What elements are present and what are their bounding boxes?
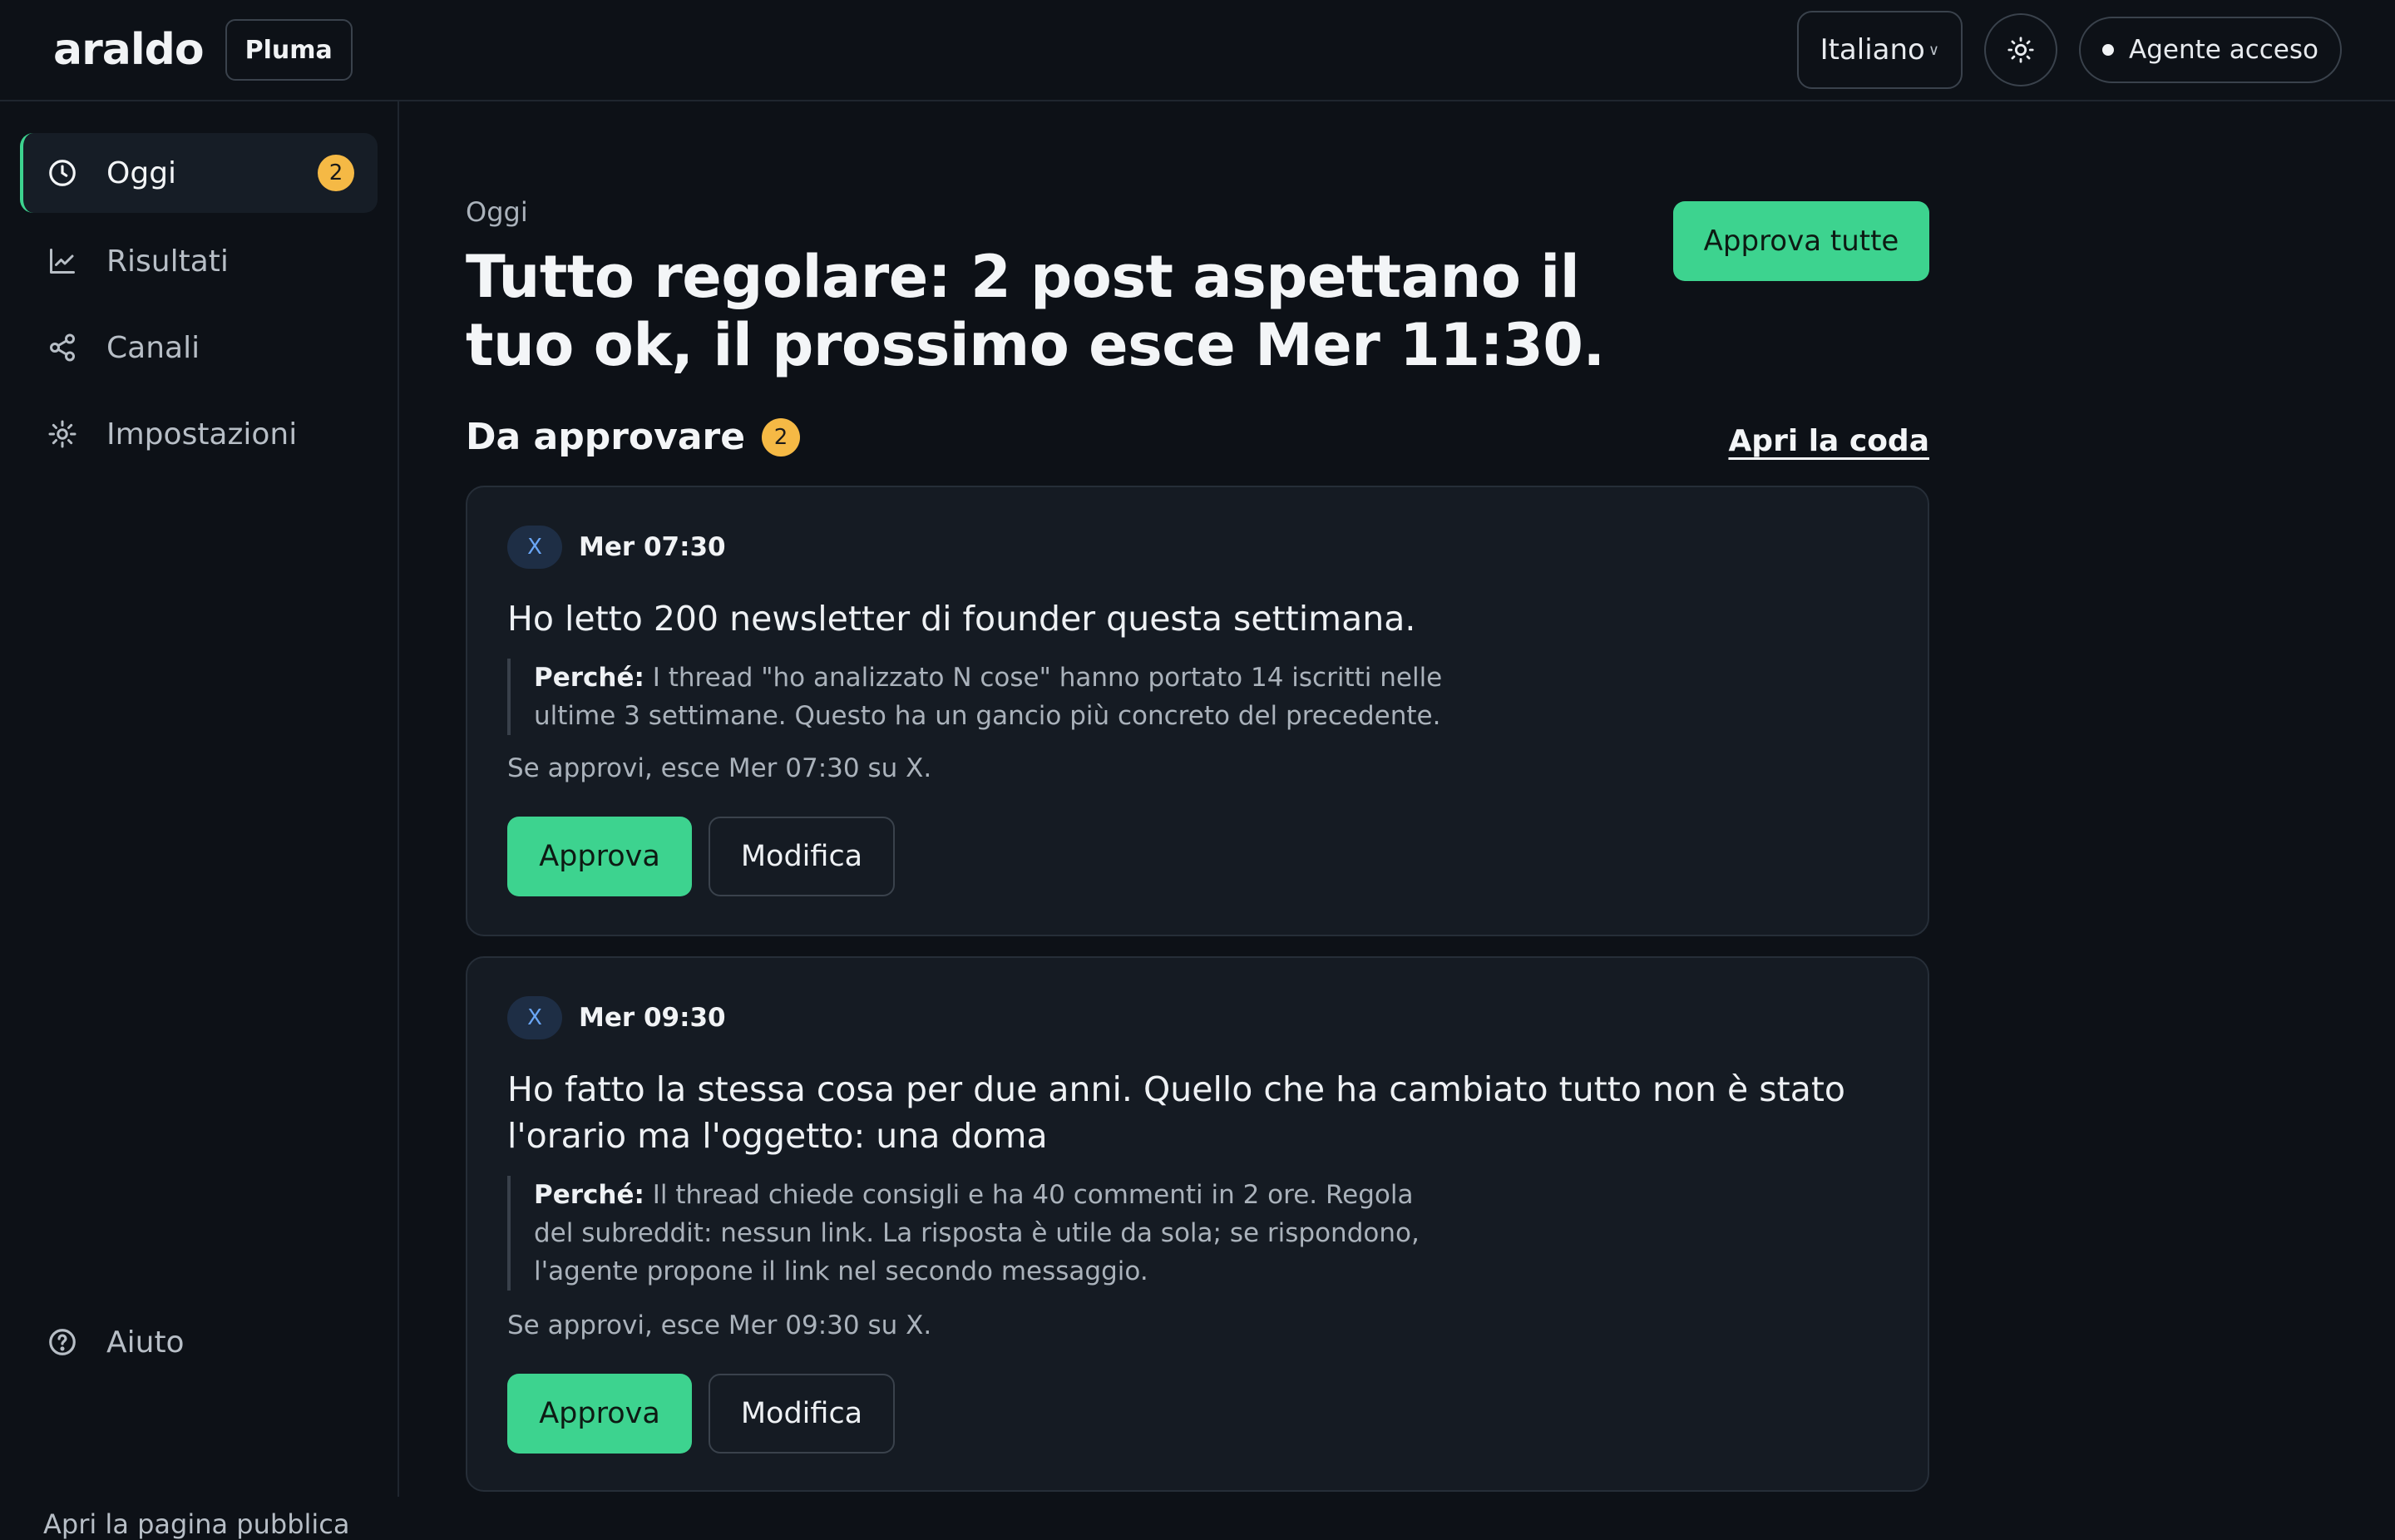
sidebar-item-aiuto[interactable]: Aiuto: [20, 1309, 378, 1375]
post-reason: Perché: I thread "ho analizzato N cose" …: [507, 659, 1505, 735]
edit-button[interactable]: Modifica: [709, 817, 895, 896]
sidebar-item-label: Impostazioni: [106, 417, 298, 452]
sidebar-item-label: Oggi: [106, 155, 177, 190]
clock-icon: [45, 155, 80, 190]
sidebar-item-label: Canali: [106, 330, 200, 365]
open-queue-link[interactable]: Apri la coda: [1728, 424, 1929, 458]
language-select-value: Italiano: [1820, 33, 1925, 67]
count-badge: 2: [762, 417, 801, 457]
share-icon: [45, 330, 80, 365]
sun-icon: [2007, 37, 2034, 63]
app-logo[interactable]: araldo: [53, 25, 205, 75]
language-select[interactable]: Italiano ∨: [1796, 11, 1963, 89]
top-bar-actions: Italiano ∨ Agente acceso: [1796, 11, 2342, 89]
post-card: X Mer 07:30 Ho letto 200 newsletter di f…: [466, 486, 1929, 936]
gear-icon: [45, 417, 80, 452]
public-page-link[interactable]: Apri la pagina pubblica: [43, 1508, 349, 1540]
section-title: Da approvare: [466, 416, 746, 458]
channel-badge: X: [507, 526, 562, 569]
theme-toggle-button[interactable]: [1984, 13, 2058, 86]
approve-all-button[interactable]: Approva tutte: [1673, 201, 1929, 281]
post-time: Mer 07:30: [579, 532, 726, 562]
sidebar-item-label: Aiuto: [106, 1325, 185, 1360]
post-meta: X Mer 09:30: [507, 996, 726, 1039]
sidebar-item-label: Risultati: [106, 244, 229, 279]
post-time: Mer 09:30: [579, 1003, 726, 1033]
post-meta: X Mer 07:30: [507, 526, 726, 569]
workspace-chip[interactable]: Pluma: [225, 19, 353, 81]
post-text: Ho fatto la stessa cosa per due anni. Qu…: [507, 1069, 1846, 1156]
schedule-note: Se approvi, esce Mer 09:30 su X.: [507, 1310, 932, 1340]
sidebar-item-canali[interactable]: Canali: [20, 308, 378, 387]
page-eyebrow: Oggi: [466, 196, 528, 228]
sidebar-item-oggi[interactable]: Oggi 2: [20, 133, 378, 213]
section-header: Da approvare 2: [466, 416, 801, 458]
count-badge: 2: [318, 155, 354, 191]
sidebar: Oggi 2 Risultati Canali Impostazioni Aiu…: [0, 101, 399, 1540]
schedule-note: Se approvi, esce Mer 07:30 su X.: [507, 753, 932, 783]
status-dot: [2102, 44, 2115, 56]
sidebar-item-risultati[interactable]: Risultati: [20, 221, 378, 301]
chevron-down-icon: ∨: [1928, 41, 1940, 59]
approve-button[interactable]: Approva: [507, 817, 692, 896]
agent-status-label: Agente acceso: [2129, 35, 2318, 65]
post-reason: Perché: Il thread chiede consigli e ha 4…: [507, 1176, 1447, 1291]
reason-label: Perché:: [534, 1180, 644, 1210]
reason-label: Perché:: [534, 663, 644, 693]
channel-badge: X: [507, 996, 562, 1039]
help-icon: [45, 1325, 80, 1360]
post-text: Ho letto 200 newsletter di founder quest…: [507, 599, 1416, 639]
approve-button[interactable]: Approva: [507, 1374, 692, 1454]
page-title: Tutto regolare: 2 post aspettano il tuo …: [466, 243, 1605, 379]
sidebar-item-impostazioni[interactable]: Impostazioni: [20, 394, 378, 474]
reason-text: I thread "ho analizzato N cose" hanno po…: [534, 663, 1443, 731]
edit-button[interactable]: Modifica: [709, 1374, 895, 1454]
chart-icon: [45, 244, 80, 279]
post-card: X Mer 09:30 Ho fatto la stessa cosa per …: [466, 956, 1929, 1492]
reason-text: Il thread chiede consigli e ha 40 commen…: [534, 1180, 1420, 1286]
top-bar: araldo Pluma Italiano ∨ Agente acceso: [0, 0, 2395, 101]
agent-status-button[interactable]: Agente acceso: [2079, 17, 2342, 83]
